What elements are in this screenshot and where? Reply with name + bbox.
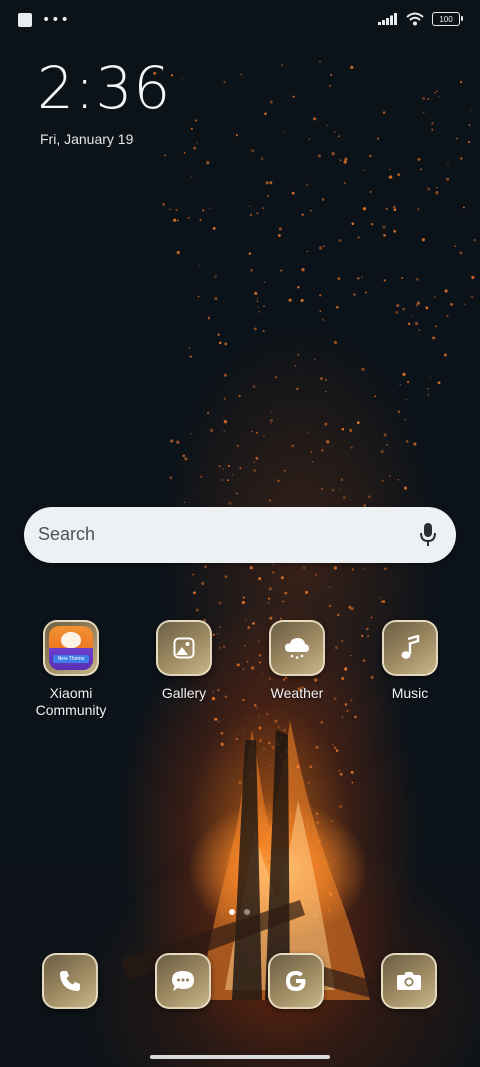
battery-icon: 100: [432, 12, 463, 26]
wifi-icon: [406, 12, 424, 26]
google-glyph: [286, 971, 306, 991]
clock-widget-time[interactable]: 2:36: [37, 54, 171, 122]
music-icon[interactable]: [382, 620, 438, 676]
gallery-icon[interactable]: [156, 620, 212, 676]
status-left: •••: [18, 13, 70, 27]
status-bar: ••• 100: [0, 0, 480, 42]
app-label-music: Music: [391, 685, 429, 701]
community-badge: New Theme: [53, 655, 89, 663]
app-gallery[interactable]: Gallery: [134, 620, 234, 702]
app-weather[interactable]: Weather: [247, 620, 347, 702]
gallery-glyph: [173, 637, 195, 659]
notification-square-icon: [18, 13, 32, 27]
google-icon[interactable]: [268, 953, 324, 1009]
app-xiaomi-community[interactable]: New Theme Xiaomi Community: [21, 620, 121, 719]
camera-glyph: [397, 972, 421, 990]
page-dot-active: [229, 909, 235, 915]
clock-widget-date[interactable]: Fri, January 19: [40, 131, 133, 147]
mic-icon[interactable]: [418, 522, 438, 548]
search-bar[interactable]: Search: [24, 507, 456, 563]
page-dot: [244, 909, 250, 915]
messages-glyph: [172, 971, 194, 991]
community-mascot: [61, 632, 81, 648]
app-label-gallery: Gallery: [161, 685, 207, 701]
music-glyph: [401, 635, 420, 659]
page-indicator[interactable]: [229, 909, 250, 915]
battery-level: 100: [439, 14, 453, 24]
phone-glyph: [60, 971, 80, 991]
app-label-line1: Xiaomi: [49, 685, 93, 701]
search-placeholder: Search: [38, 524, 96, 544]
app-label-weather: Weather: [270, 685, 324, 701]
weather-icon[interactable]: [269, 620, 325, 676]
app-music[interactable]: Music: [360, 620, 460, 702]
weather-glyph: [285, 638, 309, 659]
messages-icon[interactable]: [155, 953, 211, 1009]
camera-icon[interactable]: [381, 953, 437, 1009]
status-right: 100: [378, 12, 463, 26]
app-label-xiaomi-community: Xiaomi Community: [21, 685, 121, 719]
phone-icon[interactable]: [42, 953, 98, 1009]
signal-icon: [378, 13, 397, 25]
more-dots-icon: •••: [42, 12, 70, 28]
xiaomi-community-artwork: New Theme: [49, 626, 93, 670]
home-gesture-bar[interactable]: [150, 1055, 330, 1059]
app-label-line2: Community: [35, 702, 107, 718]
xiaomi-community-icon[interactable]: New Theme: [43, 620, 99, 676]
